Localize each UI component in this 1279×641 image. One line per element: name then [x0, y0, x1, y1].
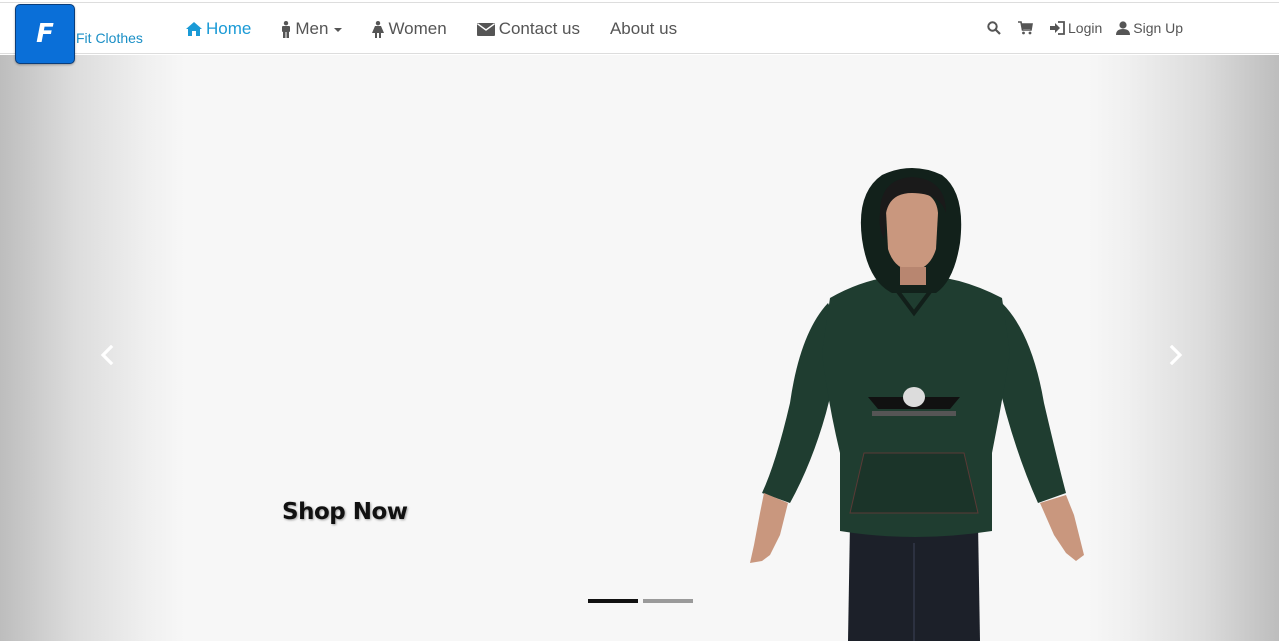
nav-about-label: About us — [609, 19, 678, 38]
carousel-prev-button[interactable] — [95, 344, 119, 370]
search-button[interactable] — [987, 21, 1004, 35]
brand-logo-letter: F — [36, 19, 54, 49]
home-icon — [186, 22, 202, 36]
user-icon — [1116, 21, 1131, 35]
chevron-left-icon — [100, 344, 114, 370]
search-icon — [987, 21, 1001, 35]
login-icon — [1050, 21, 1065, 35]
carousel-indicator-2[interactable] — [643, 599, 693, 603]
user-nav: Login Sign Up — [987, 20, 1197, 36]
signup-link[interactable]: Sign Up — [1116, 20, 1183, 36]
model-image — [740, 163, 1100, 641]
carousel-indicators — [588, 599, 698, 603]
chevron-right-icon — [1169, 344, 1183, 370]
brand-logo[interactable]: F — [15, 4, 75, 64]
carousel-prev-area[interactable] — [0, 55, 185, 641]
cart-icon — [1018, 21, 1033, 35]
caret-down-icon — [334, 28, 343, 32]
nav-women[interactable]: Women — [372, 19, 447, 39]
carousel-indicator-1[interactable] — [588, 599, 638, 603]
nav-men-label: Men — [295, 19, 329, 38]
nav-contact[interactable]: Contact us — [476, 19, 580, 39]
female-icon — [372, 20, 385, 38]
nav-women-label: Women — [388, 19, 447, 38]
carousel-next-button[interactable] — [1164, 344, 1188, 370]
nav-about[interactable]: About us — [610, 19, 677, 39]
hero-carousel: Shop Now — [0, 55, 1279, 641]
signup-label: Sign Up — [1133, 20, 1184, 36]
nav-men[interactable]: Men — [281, 19, 343, 39]
navbar: Fit Clothes Home Men Women Contact us Ab… — [0, 2, 1279, 54]
login-label: Login — [1068, 20, 1103, 36]
nav-contact-label: Contact us — [498, 19, 580, 38]
login-link[interactable]: Login — [1050, 20, 1102, 36]
main-nav: Home Men Women Contact us About us — [186, 19, 707, 39]
cart-button[interactable] — [1018, 21, 1036, 35]
brand-name[interactable]: Fit Clothes — [76, 30, 143, 46]
nav-home[interactable]: Home — [186, 19, 251, 39]
male-icon — [281, 20, 291, 38]
envelope-icon — [476, 22, 495, 36]
shop-now-button[interactable]: Shop Now — [282, 499, 408, 525]
nav-home-label: Home — [206, 19, 252, 38]
